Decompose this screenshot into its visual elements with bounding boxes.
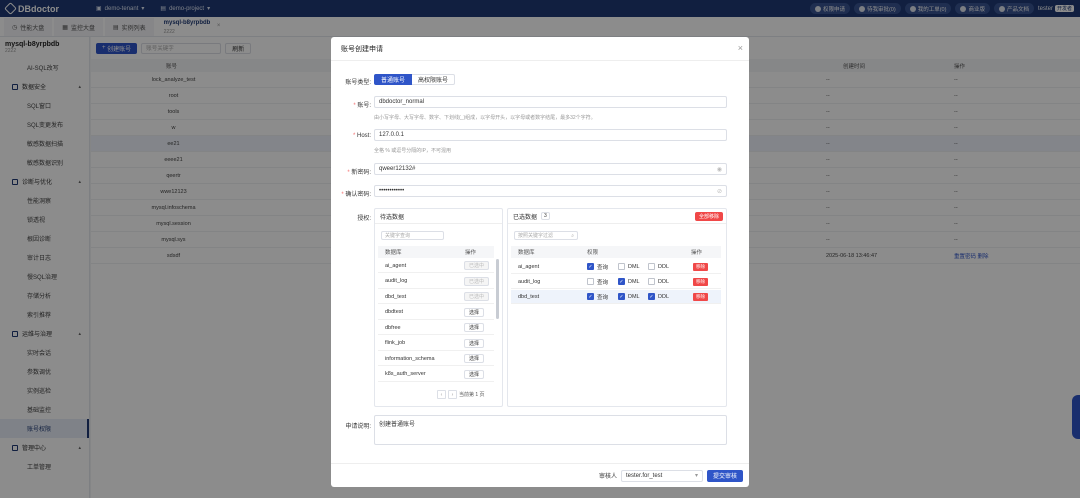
checkbox-icon (618, 263, 625, 270)
selected-db-row: audit_log 查询 ✓ DML DDL 移除 (511, 275, 721, 289)
authorize-label: 授权: (357, 216, 371, 222)
checkbox-icon: ✓ (618, 278, 625, 285)
chevron-down-icon: ▾ (694, 473, 698, 479)
selected-db-row: dbd_test ✓ 查询 ✓ DML ✓ DDL 移除 (511, 290, 721, 304)
modal-header: 账号创建申请 × (331, 37, 749, 61)
select-db-button: 已选中 (464, 261, 490, 270)
remove-db-button[interactable]: 移除 (693, 262, 708, 271)
account-input[interactable]: dbdoctor_normal (374, 96, 727, 108)
select-db-button[interactable]: 选择 (464, 338, 485, 348)
perm-checkbox[interactable]: DDL (648, 278, 669, 285)
host-input[interactable]: 127.0.0.1 (374, 129, 727, 141)
select-db-button: 已选中 (464, 276, 490, 286)
available-search-input[interactable]: 关键字查询 (381, 231, 444, 240)
note-label: 申请说明: (345, 424, 371, 430)
password-input[interactable]: qweer12132# ◉ (374, 163, 727, 175)
eye-icon[interactable]: ◉ (717, 166, 722, 173)
account-hint: 由小写字母、大写字母、数字、下划线(_)组成，以字母开头，以字母或者数字结尾，最… (374, 115, 596, 121)
select-db-button: 已选中 (464, 292, 490, 301)
account-type-label: 账号类型: (345, 80, 371, 86)
available-data-panel: 待选数据 关键字查询 数据库 操作 ai_agent 已选中 audit_log 已选… (374, 208, 503, 407)
account-label: * 账号: (353, 103, 371, 109)
close-icon[interactable]: × (738, 43, 743, 53)
select-db-button[interactable]: 选择 (464, 354, 485, 363)
next-page-icon[interactable]: › (448, 390, 457, 399)
checkbox-icon: ✓ (587, 293, 594, 300)
select-db-button[interactable]: 选择 (464, 323, 485, 332)
reviewer-select[interactable]: tester.for_test ▾ (620, 469, 703, 482)
selected-filter-input[interactable]: 按照关键字过滤 ⌕ (514, 231, 578, 240)
perm-checkbox[interactable]: ✓ 查询 (587, 293, 608, 301)
host-label: * Host: (352, 133, 371, 139)
available-data-header: 待选数据 (375, 209, 502, 224)
checkbox-icon: ✓ (587, 263, 594, 270)
available-db-row: flink_job 选择 (378, 337, 494, 351)
remove-all-button[interactable]: 全部移除 (695, 212, 724, 221)
perm-checkbox[interactable]: DDL (648, 263, 669, 270)
modal-title: 账号创建申请 (341, 45, 383, 53)
selected-table-header: 数据库 权限 操作 (511, 246, 721, 258)
host-hint: 全格 % 或逗号分隔的IP，不可混用 (374, 148, 451, 154)
perm-checkbox[interactable]: DML (618, 263, 640, 270)
available-db-row: information_schema 选择 (378, 352, 494, 366)
password-label: * 新密码: (347, 170, 371, 176)
select-db-button[interactable]: 选择 (464, 307, 485, 317)
perm-checkbox[interactable]: ✓ DML (618, 293, 640, 300)
checkbox-icon (587, 278, 594, 285)
checkbox-icon (648, 278, 655, 285)
perm-checkbox[interactable]: ✓ DML (618, 278, 640, 285)
available-db-row: dbd_test 已选中 (378, 290, 494, 304)
remove-db-button[interactable]: 移除 (693, 277, 708, 286)
reviewer-label: 审核人 (598, 474, 617, 480)
modal-footer: 审核人 tester.for_test ▾ 提交审核 (331, 463, 749, 487)
selected-count-badge: 3 (541, 212, 550, 220)
normal-account-option[interactable]: 普通账号 (374, 74, 413, 85)
submit-review-button[interactable]: 提交审核 (706, 469, 743, 482)
available-db-row: k8s_auth_server 选择 (378, 368, 494, 382)
checkbox-icon (648, 263, 655, 270)
available-db-row: dbfree 选择 (378, 321, 494, 335)
perm-checkbox[interactable]: ✓ DDL (648, 293, 669, 300)
confirm-password-label: * 确认密码: (341, 192, 371, 198)
available-table-header: 数据库 操作 (378, 246, 494, 258)
available-db-row: ai_agent 已选中 (378, 259, 494, 273)
available-db-row: dbdtest 选择 (378, 306, 494, 320)
selected-db-row: ai_agent ✓ 查询 DML DDL 移除 (511, 260, 721, 274)
available-db-row: audit_log 已选中 (378, 275, 494, 289)
eye-off-icon[interactable]: ⊘ (717, 188, 722, 195)
search-icon: ⌕ (571, 232, 574, 239)
available-pager: ‹ › 当前第 1 页 (437, 390, 485, 399)
create-account-modal: 账号创建申请 × 账号类型: 普通账号 高权限账号 * 账号: dbdoctor… (331, 37, 749, 487)
perm-checkbox[interactable]: ✓ 查询 (587, 263, 608, 271)
admin-account-option[interactable]: 高权限账号 (412, 74, 456, 85)
checkbox-icon: ✓ (618, 293, 625, 300)
select-db-button[interactable]: 选择 (464, 369, 485, 379)
perm-checkbox[interactable]: 查询 (587, 278, 608, 286)
account-type-switch: 普通账号 高权限账号 (374, 74, 456, 85)
note-textarea[interactable]: 创建普通账号 (374, 415, 727, 445)
available-scrollbar[interactable] (496, 259, 499, 319)
confirm-password-input[interactable]: •••••••••••• ⊘ (374, 185, 727, 197)
prev-page-icon[interactable]: ‹ (437, 390, 446, 399)
remove-db-button[interactable]: 移除 (693, 292, 708, 301)
checkbox-icon: ✓ (648, 293, 655, 300)
selected-data-panel: 已选数据 3 全部移除 按照关键字过滤 ⌕ 数据库 权限 操作 ai_agent ✓ 查… (507, 208, 727, 407)
selected-data-header: 已选数据 3 (508, 209, 726, 224)
